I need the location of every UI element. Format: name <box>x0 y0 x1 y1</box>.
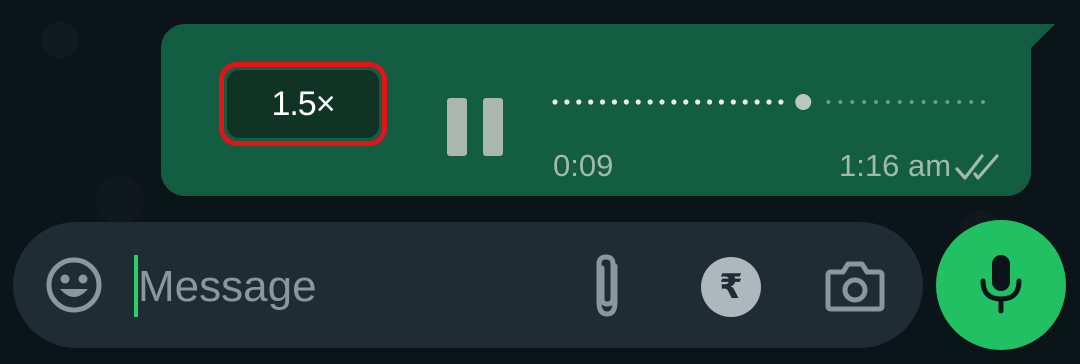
progress-dot <box>611 99 618 105</box>
progress-dot <box>552 99 558 105</box>
progress-dot <box>742 99 748 105</box>
progress-dot <box>564 99 570 105</box>
progress-dot <box>766 99 772 105</box>
progress-dot <box>945 100 950 104</box>
pause-button[interactable] <box>447 98 503 156</box>
smiley-icon[interactable] <box>45 256 103 314</box>
progress-dot <box>588 99 594 105</box>
progress-dot <box>838 100 843 104</box>
progress-dot <box>981 100 985 104</box>
paperclip-icon[interactable] <box>585 252 629 320</box>
progress-dot <box>921 100 926 104</box>
voice-message-bubble: 1.5× 0:09 1:16 am <box>161 24 1031 196</box>
progress-dot <box>706 99 713 105</box>
progress-dot <box>659 99 665 105</box>
message-input[interactable] <box>138 260 558 314</box>
record-voice-button[interactable] <box>936 220 1066 350</box>
bubble-tail <box>1029 24 1055 50</box>
progress-dot <box>754 99 760 105</box>
progress-dot <box>599 99 606 105</box>
progress-dot <box>909 100 914 104</box>
progress-dot <box>683 99 689 105</box>
pause-icon-right-bar <box>483 98 503 156</box>
playback-speed-label[interactable]: 1.5× <box>227 70 379 138</box>
progress-dot <box>826 100 831 104</box>
progress-knob[interactable] <box>795 94 812 110</box>
progress-dot <box>933 100 938 104</box>
message-composer: ₹ <box>13 222 923 348</box>
progress-dot <box>576 99 582 105</box>
progress-dot <box>718 99 725 105</box>
progress-dot <box>850 100 855 104</box>
progress-dot <box>695 99 701 105</box>
playback-speed-button[interactable]: 1.5× <box>219 62 387 146</box>
progress-dot <box>635 99 641 105</box>
elapsed-time: 0:09 <box>553 148 614 183</box>
progress-dot <box>885 100 890 104</box>
progress-dot <box>778 99 784 105</box>
rupee-icon: ₹ <box>719 267 743 307</box>
sent-time: 1:16 am <box>839 148 952 183</box>
playback-progress-slider[interactable] <box>549 94 989 110</box>
progress-dot <box>957 100 962 104</box>
progress-dot <box>647 99 653 105</box>
payment-button[interactable]: ₹ <box>701 257 761 317</box>
microphone-icon <box>980 255 1022 314</box>
progress-dot <box>874 100 878 104</box>
progress-dot <box>730 99 736 105</box>
progress-dot <box>897 100 902 104</box>
progress-dot <box>623 99 629 105</box>
double-check-icon <box>955 154 999 180</box>
progress-dot <box>671 99 677 105</box>
progress-dot <box>969 100 974 104</box>
pause-icon-left-bar <box>447 98 467 156</box>
chat-screen: 1.5× 0:09 1:16 am ₹ <box>0 0 1080 364</box>
progress-dot <box>862 100 867 104</box>
camera-icon[interactable] <box>825 260 885 312</box>
